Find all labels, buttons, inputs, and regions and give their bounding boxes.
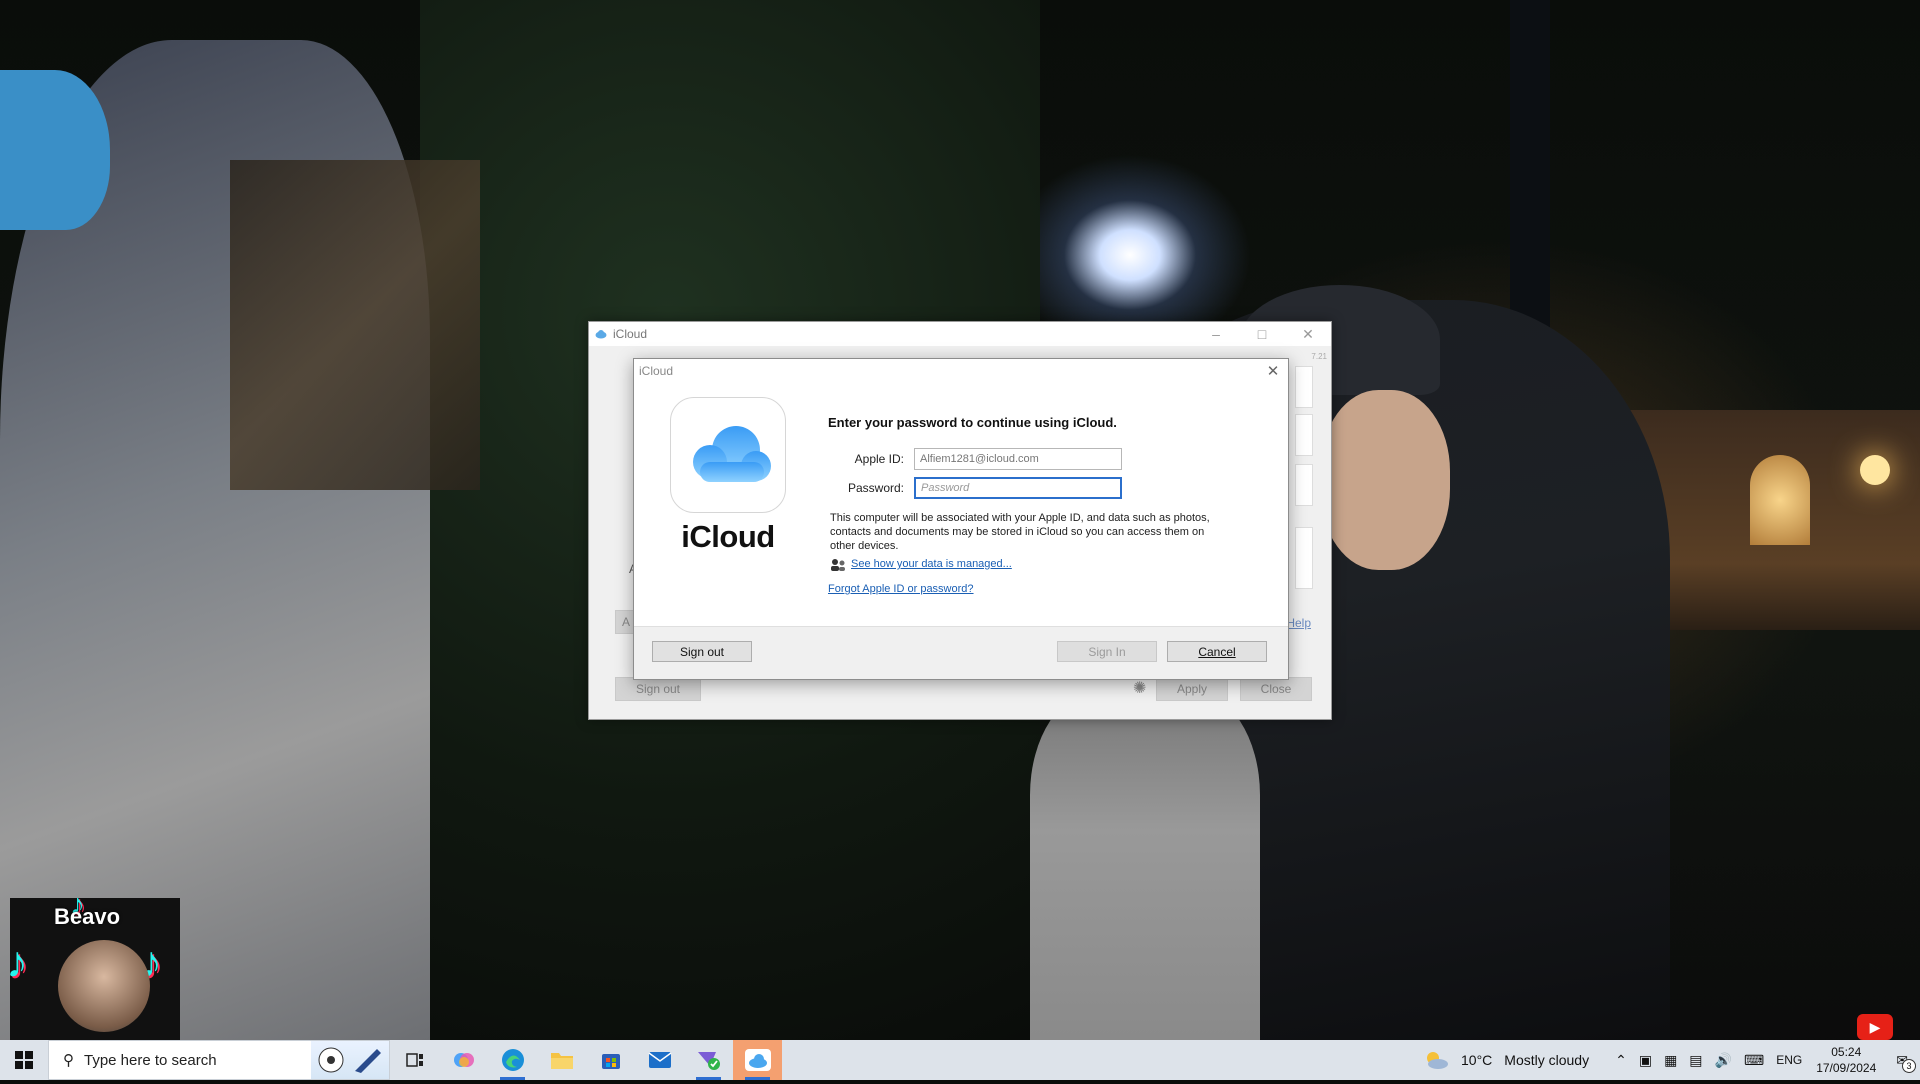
icloud-wordmark: iCloud <box>681 519 775 554</box>
chevron-up-icon[interactable]: ⌃ <box>1615 1052 1627 1069</box>
edge-browser-icon[interactable] <box>488 1040 537 1080</box>
security-app-icon[interactable] <box>684 1040 733 1080</box>
forgot-password-link[interactable]: Forgot Apple ID or password? <box>828 583 974 595</box>
start-button[interactable] <box>0 1040 48 1080</box>
data-managed-link[interactable]: See how your data is managed... <box>851 558 1012 570</box>
mail-icon[interactable] <box>635 1040 684 1080</box>
help-link[interactable]: Help <box>1286 616 1311 630</box>
system-tray: 10°C Mostly cloudy ⌃ ▣ ▦ ▤ 🔊 ⌨ ENG 05:24… <box>1417 1040 1920 1080</box>
people-icon <box>831 559 845 571</box>
notifications-icon[interactable]: ✉ 3 <box>1896 1052 1916 1073</box>
option-panel-1 <box>1295 366 1313 408</box>
tiktok-name: Beavo <box>54 904 121 929</box>
icloud-small-icon <box>595 330 607 339</box>
taskbar: ⚲ Type here to search 10°C Mostly cloudy… <box>0 1040 1920 1080</box>
search-highlight-image <box>311 1041 389 1079</box>
dialog-close-icon[interactable]: ✕ <box>1258 359 1288 383</box>
window-close-button[interactable]: ✕ <box>1285 322 1331 346</box>
cloud-icon <box>693 426 771 482</box>
copilot-icon[interactable] <box>439 1040 488 1080</box>
cancel-button[interactable]: Cancel <box>1167 641 1267 662</box>
apply-button[interactable]: Apply <box>1156 677 1228 701</box>
search-icon: ⚲ <box>63 1052 74 1069</box>
dialog-footer: Sign out Sign In Cancel <box>634 626 1288 679</box>
dialog-titlebar: iCloud ✕ <box>634 359 1288 383</box>
clock-date: 17/09/2024 <box>1816 1061 1877 1075</box>
taskbar-search-box[interactable]: ⚲ Type here to search <box>48 1040 390 1080</box>
icloud-taskbar-icon[interactable] <box>733 1040 782 1080</box>
maximize-button[interactable]: □ <box>1239 322 1285 346</box>
main-sign-out-button[interactable]: Sign out <box>615 677 701 701</box>
option-panel-2 <box>1295 414 1313 456</box>
network-icon[interactable]: ▤ <box>1689 1052 1702 1069</box>
association-description: This computer will be associated with yo… <box>830 512 1210 552</box>
sign-out-button[interactable]: Sign out <box>652 641 752 662</box>
icloud-password-dialog: iCloud ✕ iCloud Enter your password to c… <box>633 358 1289 680</box>
close-button[interactable]: Close <box>1240 677 1312 701</box>
youtube-icon[interactable]: ▶ <box>1857 1014 1893 1040</box>
task-view-icon[interactable] <box>390 1040 439 1080</box>
version-label: 7.21 <box>1311 352 1327 361</box>
loading-spinner-icon: ✺ <box>1133 680 1147 697</box>
windows-logo-icon <box>15 1051 33 1069</box>
password-label: Password: <box>847 481 904 495</box>
main-window-title: iCloud <box>613 327 648 341</box>
weather-description[interactable]: Mostly cloudy <box>1504 1052 1589 1068</box>
main-window-titlebar: iCloud – □ ✕ <box>589 322 1331 346</box>
option-panel-4 <box>1295 527 1313 589</box>
icloud-logo-icon <box>670 397 786 513</box>
minimize-button[interactable]: – <box>1193 322 1239 346</box>
volume-icon[interactable]: 🔊 <box>1715 1052 1732 1069</box>
background-face <box>1320 390 1450 570</box>
notification-count-badge: 3 <box>1902 1058 1916 1073</box>
apple-id-field[interactable] <box>914 448 1122 470</box>
microsoft-store-icon[interactable] <box>586 1040 635 1080</box>
background-lamp <box>1860 455 1890 485</box>
keyboard-icon[interactable]: ⌨ <box>1744 1052 1764 1069</box>
sign-in-button[interactable]: Sign In <box>1057 641 1157 662</box>
option-panel-3 <box>1295 464 1313 506</box>
password-field[interactable] <box>914 477 1122 499</box>
meet-now-icon[interactable]: ▦ <box>1664 1052 1677 1069</box>
search-placeholder: Type here to search <box>84 1051 217 1069</box>
camera-icon[interactable]: ▣ <box>1639 1052 1652 1069</box>
apple-id-label: Apple ID: <box>854 452 904 466</box>
weather-cloud-icon[interactable] <box>1423 1049 1449 1071</box>
background-brick-wall <box>230 160 480 490</box>
background-arm <box>1030 690 1260 1040</box>
dialog-title: iCloud <box>639 364 674 378</box>
background-window <box>1750 455 1810 545</box>
clock[interactable]: 05:24 17/09/2024 <box>1816 1044 1876 1076</box>
file-explorer-icon[interactable] <box>537 1040 586 1080</box>
language-indicator[interactable]: ENG <box>1776 1053 1802 1067</box>
streamer-avatar <box>58 940 150 1032</box>
clock-time: 05:24 <box>1831 1045 1862 1059</box>
weather-temperature[interactable]: 10°C <box>1461 1052 1492 1068</box>
tiktok-overlay: ♪ ♪ ♪ Beavo <box>10 898 180 1040</box>
dialog-heading: Enter your password to continue using iC… <box>828 415 1117 430</box>
background-hood <box>0 70 110 230</box>
tiktok-logo-icon: ♪ <box>10 938 28 987</box>
